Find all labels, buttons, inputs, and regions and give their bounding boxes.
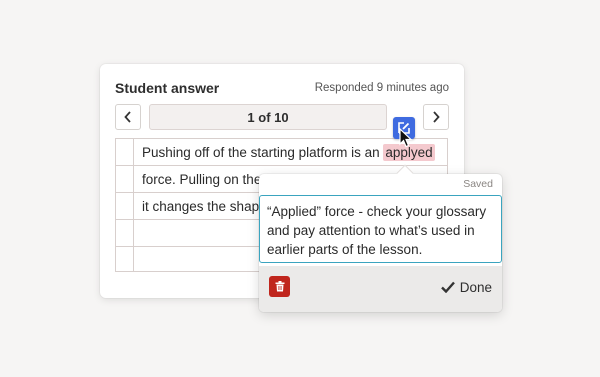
- background: Student answer Responded 9 minutes ago 1…: [0, 0, 600, 377]
- next-button[interactable]: [423, 104, 449, 130]
- checkmark-icon: [440, 281, 455, 293]
- chevron-left-icon: [124, 111, 131, 123]
- response-time: Responded 9 minutes ago: [314, 82, 449, 94]
- done-button[interactable]: Done: [440, 278, 492, 296]
- answer-text: Pushing off of the starting platform is …: [142, 145, 384, 160]
- chevron-right-icon: [433, 111, 440, 123]
- margin-line: [133, 139, 134, 271]
- answer-line-1: Pushing off of the starting platform is …: [142, 144, 435, 162]
- previous-button[interactable]: [115, 104, 141, 130]
- card-header: Student answer Responded 9 minutes ago: [115, 78, 449, 98]
- page-indicator: 1 of 10: [149, 104, 387, 130]
- card-title: Student answer: [115, 80, 220, 96]
- ruled-line: [116, 165, 447, 166]
- done-label: Done: [459, 279, 492, 295]
- delete-comment-button[interactable]: [269, 276, 290, 297]
- comment-input[interactable]: “Applied” force - check your glossary an…: [259, 195, 502, 263]
- trash-icon: [275, 281, 284, 292]
- answer-line-3: it changes the shape: [142, 199, 267, 214]
- comment-popover: Saved “Applied” force - check your gloss…: [259, 164, 502, 312]
- pointer-cursor-icon: [399, 128, 413, 148]
- popover-footer: Done: [259, 266, 502, 312]
- answer-line-2: force. Pulling on the: [142, 172, 262, 187]
- save-status: Saved: [463, 178, 493, 190]
